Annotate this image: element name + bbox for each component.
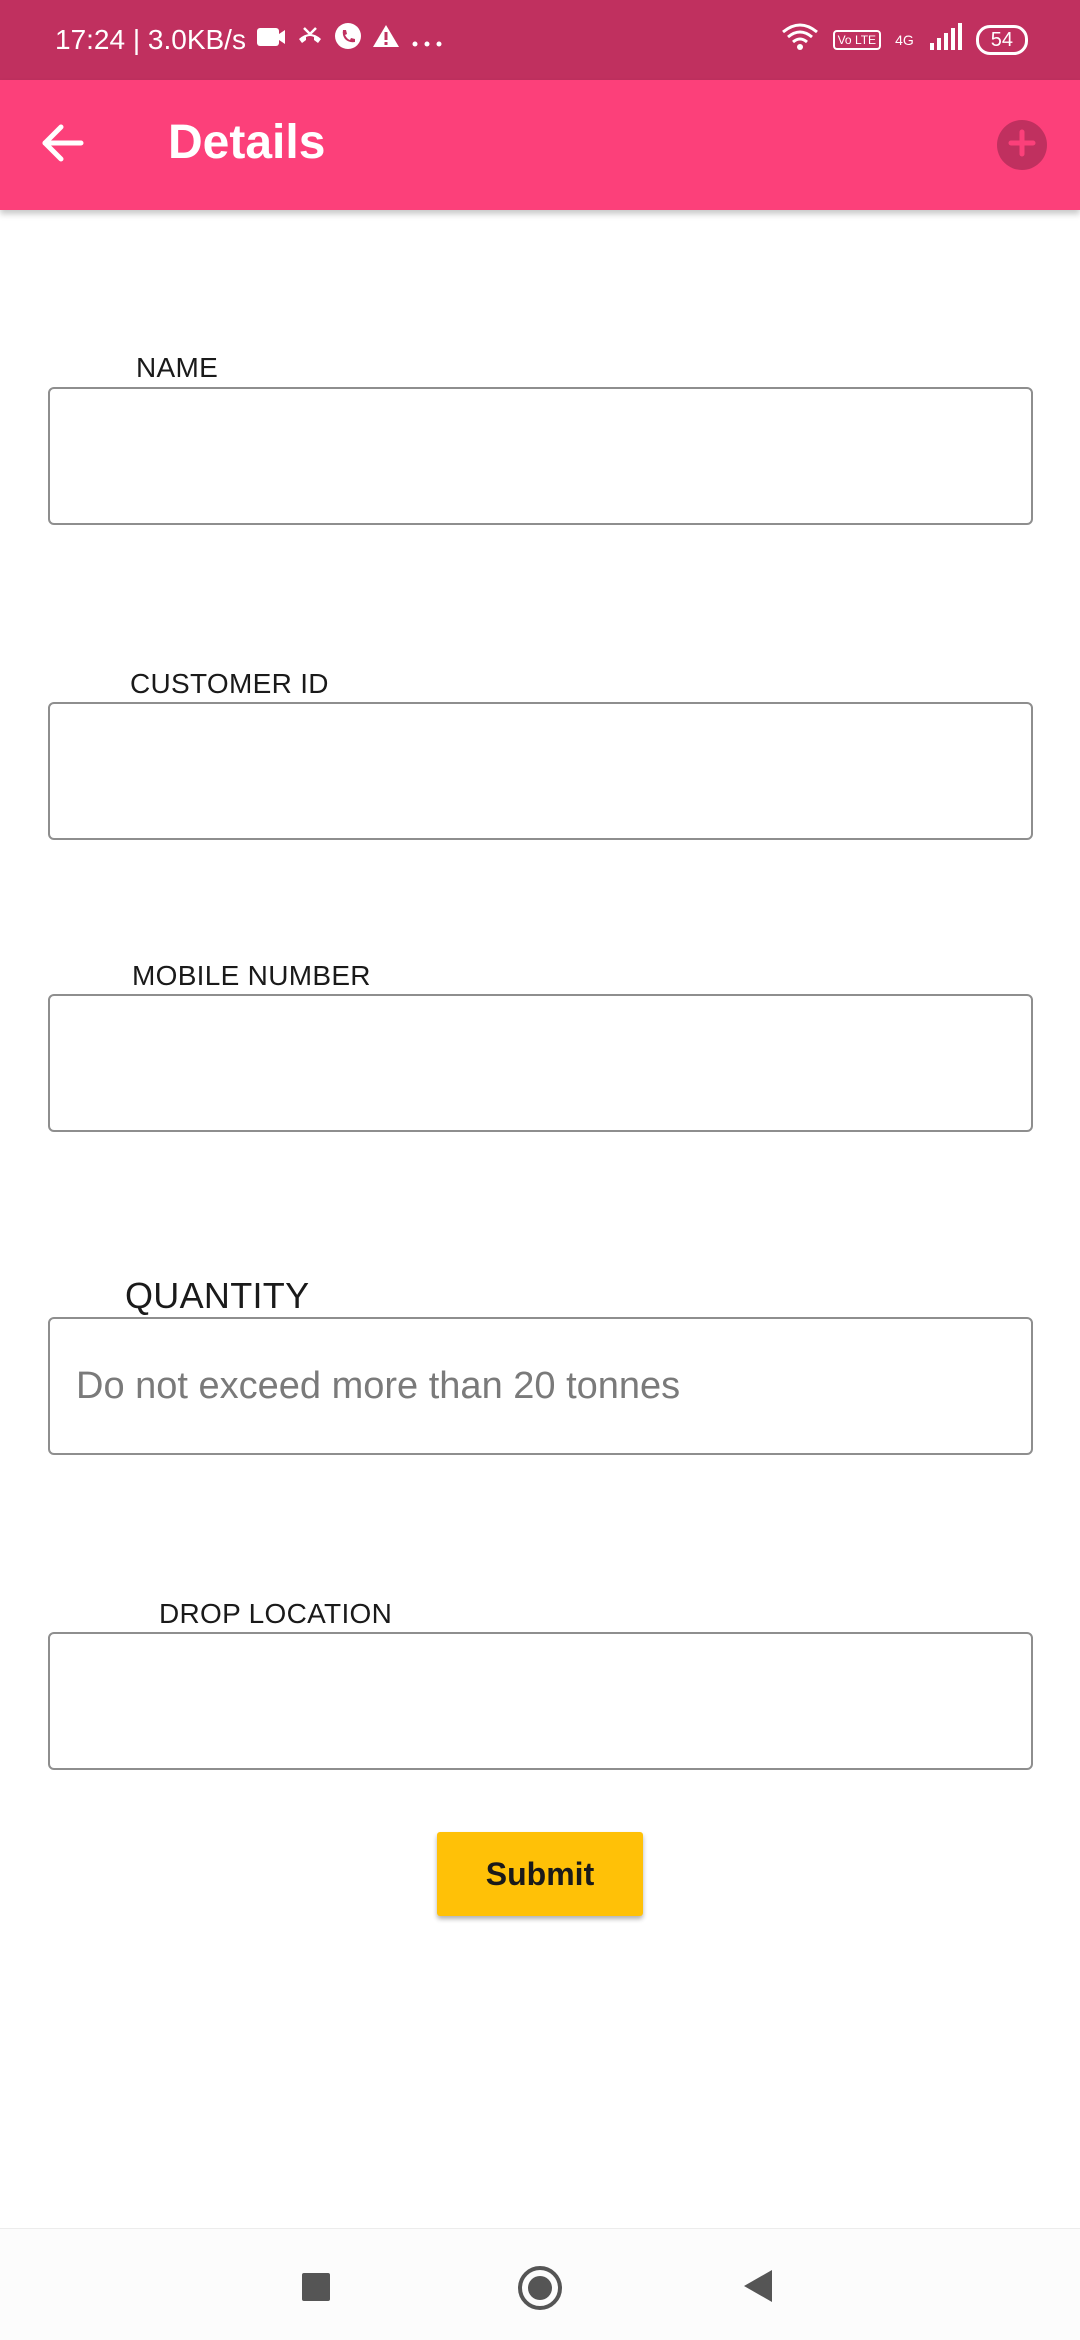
add-button[interactable] (997, 120, 1047, 170)
quantity-field[interactable] (48, 1317, 1033, 1455)
status-bar: 17:24 | 3.0KB/s Vo LTE 4G 54 (0, 0, 1080, 80)
network-type: 4G (895, 32, 914, 48)
app-bar: Details (0, 80, 1080, 210)
nav-recents-icon[interactable] (302, 2273, 330, 2301)
nav-back-icon[interactable] (744, 2270, 772, 2302)
wifi-icon (781, 22, 819, 58)
mobile-number-label: MOBILE NUMBER (132, 960, 371, 991)
submit-button[interactable]: Submit (437, 1832, 643, 1916)
status-left: 17:24 | 3.0KB/s (55, 22, 444, 57)
more-dots-icon (410, 24, 444, 56)
drop-location-label: DROP LOCATION (159, 1598, 393, 1629)
warning-icon (372, 23, 400, 56)
customer-id-field[interactable] (48, 702, 1033, 840)
arrow-back-icon (41, 123, 85, 168)
mobile-number-field[interactable] (48, 994, 1033, 1132)
battery-indicator: 54 (975, 25, 1028, 55)
name-label: NAME (136, 352, 219, 383)
phone-icon (334, 22, 362, 57)
customer-id-label: CUSTOMER ID (130, 668, 329, 699)
name-field[interactable] (48, 387, 1033, 525)
drop-location-field[interactable] (48, 1632, 1033, 1770)
nav-home-icon[interactable] (518, 2266, 562, 2310)
status-time-speed: 17:24 | 3.0KB/s (55, 23, 246, 55)
status-right: Vo LTE 4G 54 (781, 22, 1028, 58)
system-nav-bar (0, 2228, 1080, 2340)
page-title: Details (168, 116, 326, 169)
back-button[interactable] (28, 113, 98, 177)
volte-badge: Vo LTE (832, 30, 882, 50)
add-circle-icon (1007, 128, 1037, 163)
missed-call-icon (296, 24, 324, 56)
quantity-label: QUANTITY (125, 1275, 310, 1316)
video-icon (256, 24, 286, 56)
signal-icon (928, 23, 962, 57)
